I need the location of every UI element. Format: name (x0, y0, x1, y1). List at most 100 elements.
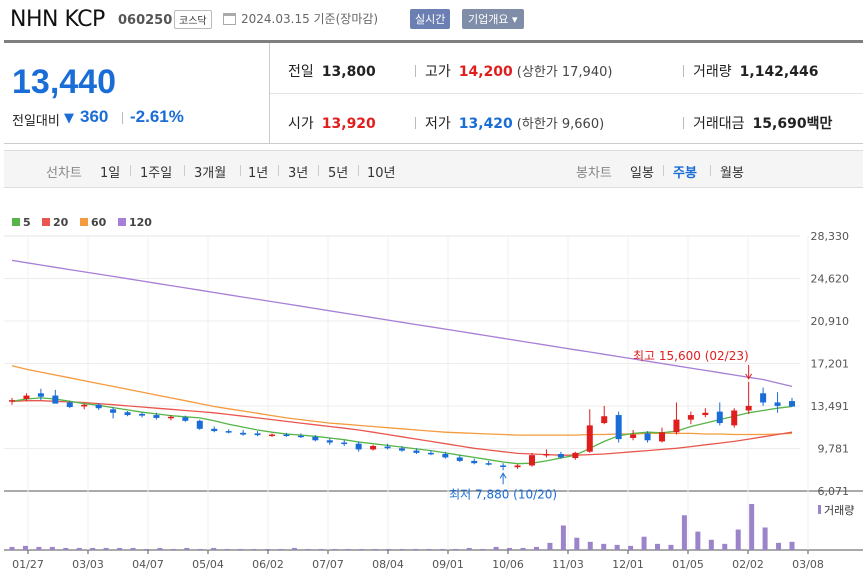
tab-daily[interactable]: 일봉 (630, 162, 654, 181)
volume-bar (439, 548, 445, 550)
tab-divider (358, 165, 359, 176)
candle-body (269, 434, 275, 437)
candle-body (81, 404, 88, 407)
candle-body (485, 463, 492, 465)
realtime-button[interactable]: 실시간 (410, 9, 451, 29)
calendar-icon (223, 13, 236, 25)
volume-bar (251, 548, 257, 550)
volume-legend-swatch (818, 505, 821, 514)
volume-bar (735, 529, 741, 550)
candle-body (442, 454, 449, 458)
candle-body (211, 428, 218, 432)
candle-body (586, 425, 593, 452)
tab-10year[interactable]: 10년 (367, 162, 396, 181)
volume-bar (170, 548, 176, 550)
open-label: 시가 (288, 116, 314, 132)
tab-weekly[interactable]: 주봉 (673, 162, 697, 181)
candle-chart-label: 봉차트 (576, 166, 612, 181)
candle-body (702, 412, 709, 416)
tab-3month[interactable]: 3개월 (194, 162, 226, 181)
x-tick-label: 08/04 (372, 558, 404, 571)
volume-bar (668, 544, 674, 550)
x-tick-label: 12/01 (612, 558, 644, 571)
x-tick-label: 09/01 (432, 558, 464, 571)
candle-body (456, 457, 463, 461)
cell-divider (415, 117, 416, 129)
prev-close-value: 13,800 (321, 64, 376, 80)
tab-divider (240, 165, 241, 176)
stock-name: NHN KCP (10, 7, 105, 32)
candle-body (630, 434, 637, 438)
candle-body (9, 400, 15, 402)
x-tick-label: 07/07 (312, 558, 344, 571)
volume-bar (130, 547, 136, 550)
prev-close-label: 전일 (288, 64, 314, 80)
candle-body (471, 460, 478, 464)
volume-bar (601, 543, 607, 550)
volume-bar (412, 548, 418, 550)
line-chart-label: 선차트 (46, 166, 82, 181)
candle-body (341, 442, 348, 445)
volume-cell: 거래량 1,142,446 (693, 61, 818, 81)
volume-bar (197, 548, 203, 550)
y-tick-label: 13,491 (811, 400, 850, 413)
volume-bar (708, 539, 714, 550)
candle-body (687, 415, 694, 420)
candle-body (52, 395, 59, 404)
candle-body (297, 435, 304, 438)
low-cell: 저가 13,420 (하한가 9,660) (425, 113, 604, 133)
x-tick-label: 05/04 (192, 558, 224, 571)
volume-bar (789, 541, 795, 550)
volume-label: 거래량 (693, 64, 732, 80)
volume-bar (103, 547, 109, 550)
ma120-line (11, 259, 793, 388)
tab-3year[interactable]: 3년 (288, 162, 308, 181)
volume-bar (265, 548, 271, 550)
volume-bar (305, 548, 311, 550)
volume-bar (776, 542, 782, 550)
tab-divider (278, 165, 279, 176)
volume-bar (318, 548, 324, 550)
volume-bar (224, 548, 230, 550)
volume-bar (36, 546, 42, 550)
volume-bar (695, 531, 701, 550)
volume-bar (574, 537, 580, 550)
candle-body (427, 452, 434, 455)
change-divider (122, 112, 123, 124)
candle-body (731, 410, 738, 426)
tab-monthly[interactable]: 월봉 (720, 162, 744, 181)
candle-body (529, 455, 535, 466)
y-tick-label: 28,330 (811, 230, 850, 243)
cell-divider (683, 65, 684, 77)
tab-1week[interactable]: 1주일 (140, 162, 172, 181)
cell-divider (415, 65, 416, 77)
change-label: 전일대비 (12, 114, 60, 129)
volume-bar (76, 547, 82, 550)
volume-bar (560, 525, 566, 550)
company-overview-button[interactable]: 기업개요 ▾ (462, 9, 524, 29)
volume-bar (507, 547, 513, 550)
volume-value: 1,142,446 (739, 64, 819, 80)
tab-1day[interactable]: 1일 (100, 162, 120, 181)
candle-body (23, 395, 30, 400)
candle-body (789, 401, 795, 407)
candle-body (370, 445, 377, 450)
tab-5year[interactable]: 5년 (328, 162, 348, 181)
tab-1year[interactable]: 1년 (248, 162, 268, 181)
volume-bar (480, 548, 486, 550)
volume-bar (655, 543, 661, 550)
volume-bar (63, 547, 69, 550)
volume-bar (90, 547, 96, 550)
candle-body (326, 440, 333, 443)
high-annotation: 최고 15,600 (02/23) (633, 349, 749, 363)
low-label: 저가 (425, 116, 451, 132)
lower-limit: (하한가 9,660) (516, 117, 605, 132)
volume-bar (372, 548, 378, 550)
prev-close-cell: 전일 13,800 (288, 61, 376, 81)
down-triangle-icon: ▼ (64, 111, 74, 126)
trade-value-cell: 거래대금 15,690백만 (693, 113, 832, 133)
volume-bar (520, 547, 526, 550)
candle-body (399, 448, 405, 451)
volume-bar (533, 546, 539, 550)
y-tick-label: 20,910 (811, 315, 850, 328)
